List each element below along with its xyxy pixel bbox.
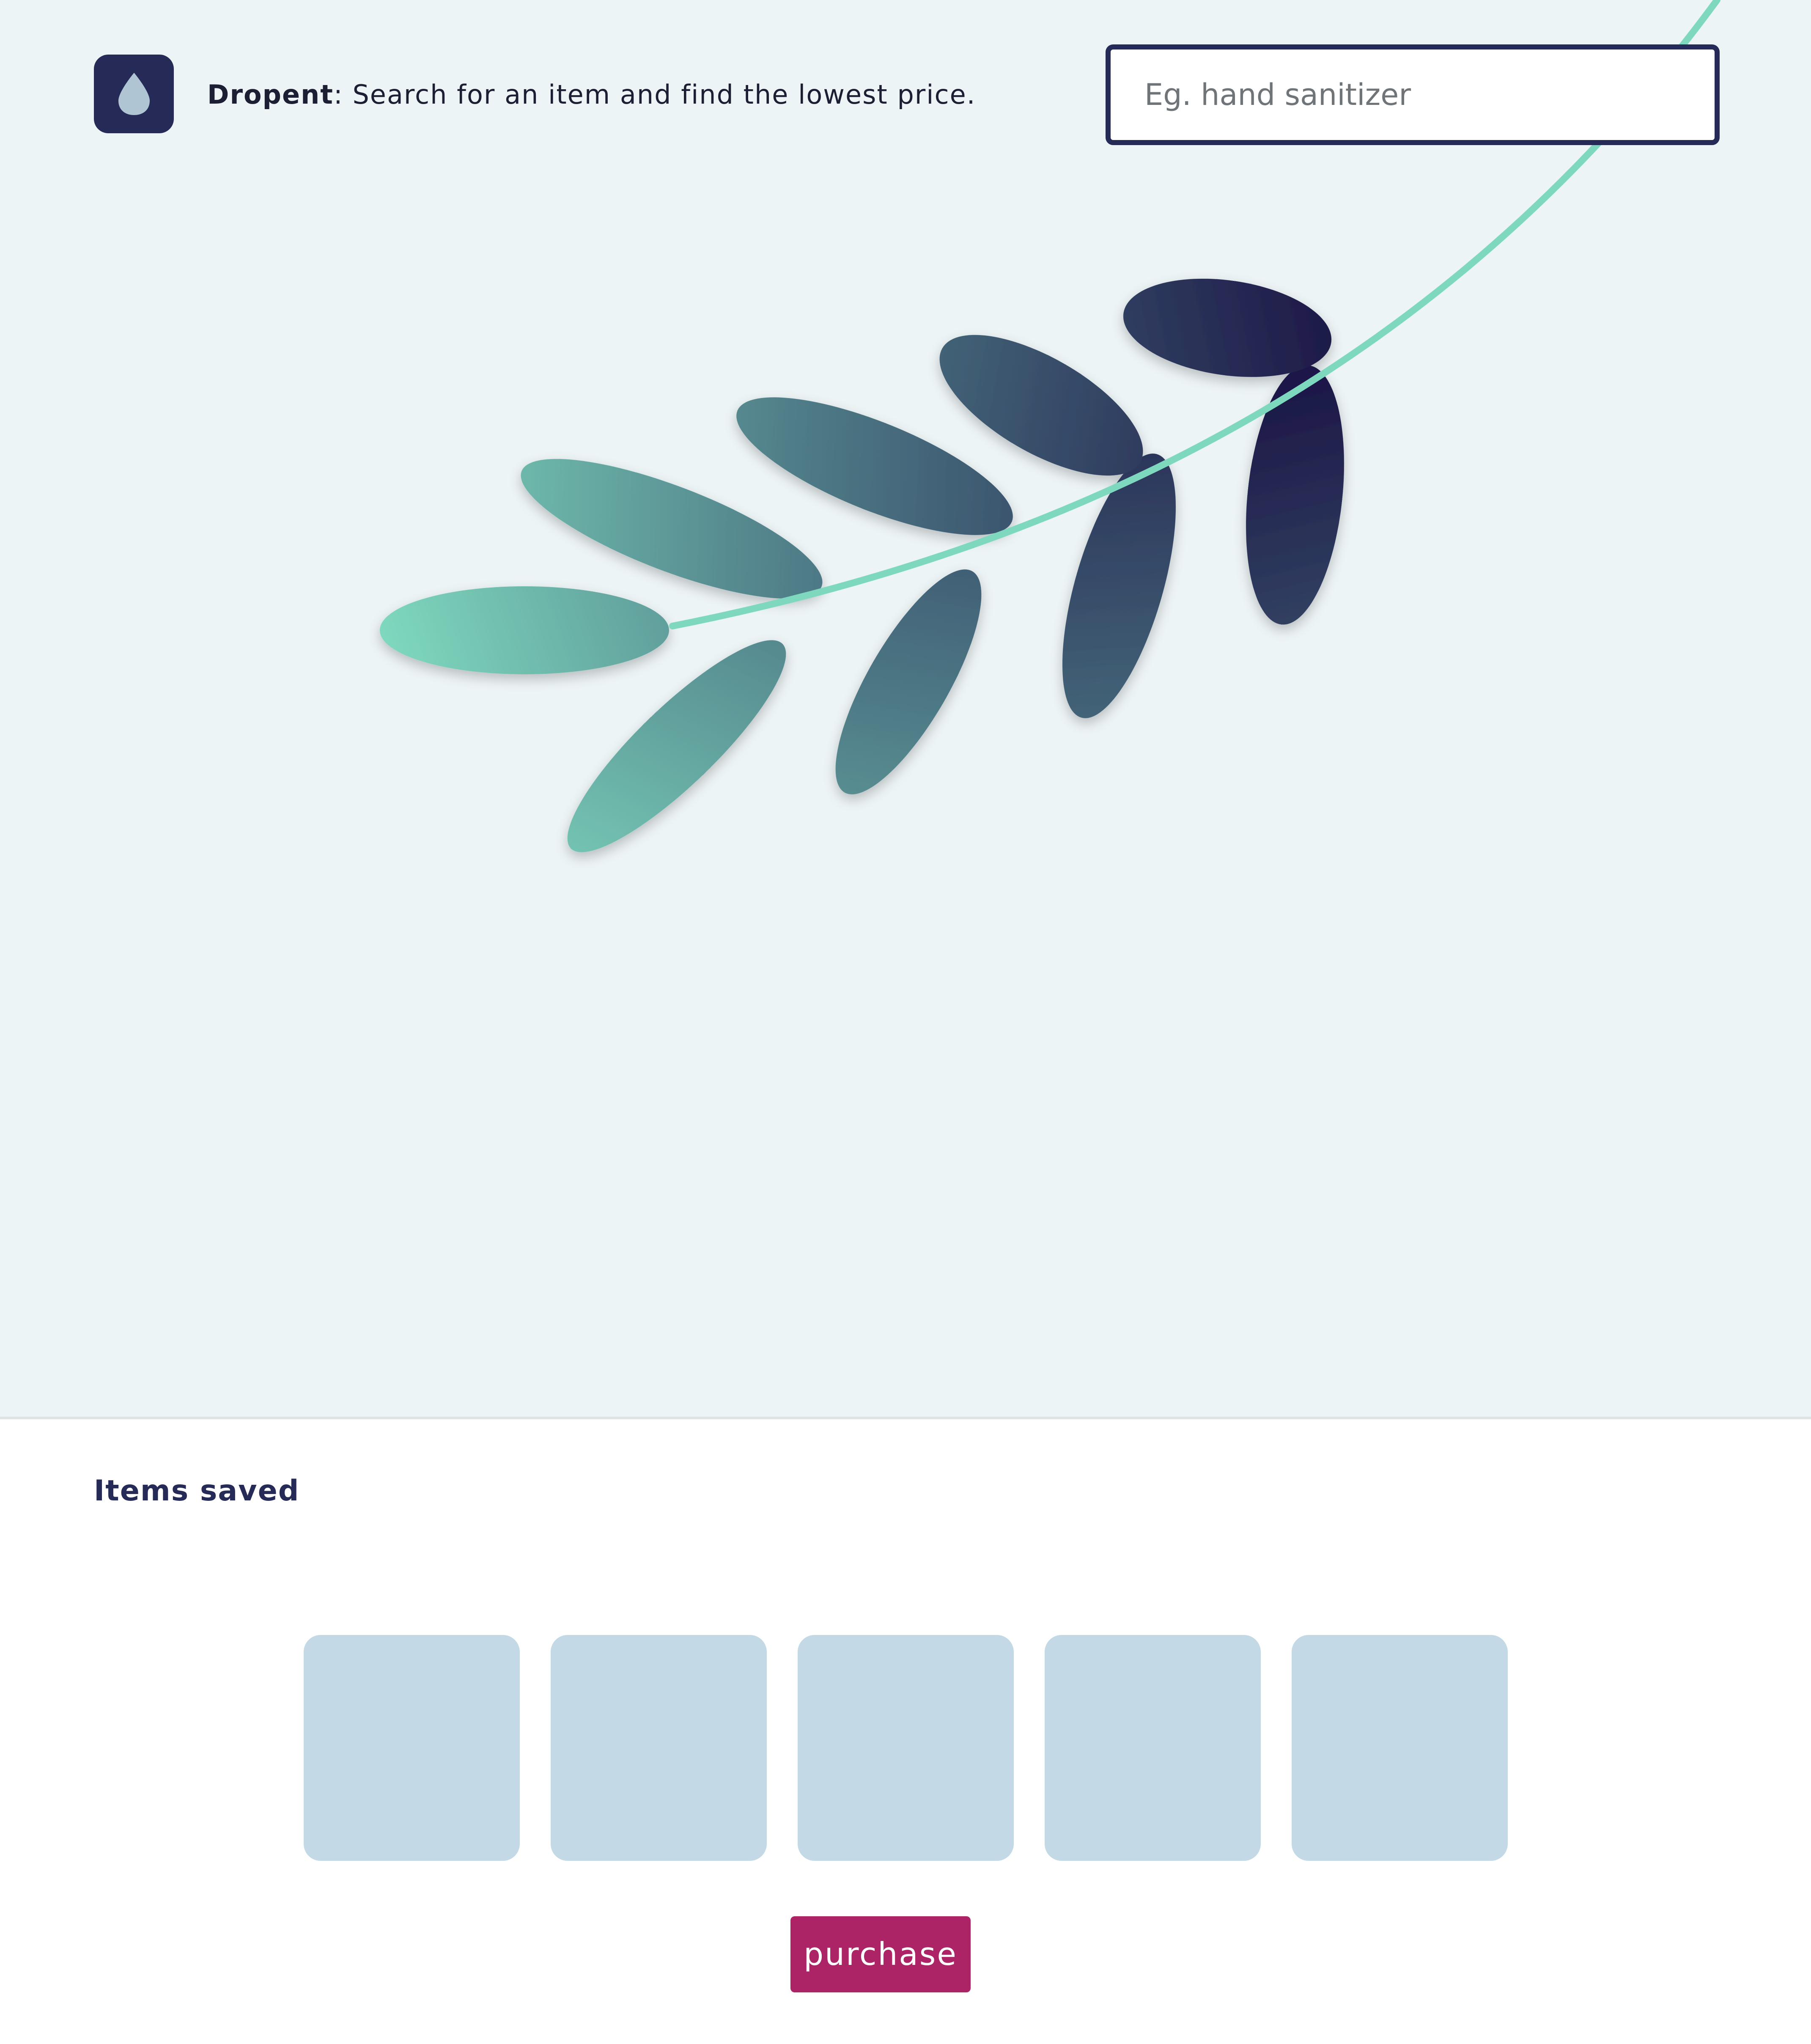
saved-item-slot[interactable] — [1292, 1635, 1508, 1861]
hero-section: Dropent: Search for an item and find the… — [0, 0, 1811, 1419]
leaf — [1246, 365, 1344, 625]
brand-name: Dropent — [207, 79, 334, 110]
leaf-branch-illustration — [380, 0, 1720, 852]
purchase-button[interactable]: purchase — [790, 1916, 971, 1992]
saved-item-slot[interactable] — [1045, 1635, 1261, 1861]
saved-item-slot[interactable] — [551, 1635, 767, 1861]
saved-item-slot[interactable] — [798, 1635, 1014, 1861]
items-saved-section: Items saved purchase — [0, 1422, 1811, 2044]
leaf — [380, 586, 669, 674]
items-saved-title: Items saved — [94, 1474, 300, 1508]
app-logo[interactable] — [94, 55, 174, 133]
tagline: Dropent: Search for an item and find the… — [207, 79, 976, 111]
tagline-text: : Search for an item and find the lowest… — [333, 79, 976, 110]
saved-item-slot[interactable] — [304, 1635, 520, 1861]
water-drop-icon — [118, 73, 150, 115]
saved-item-slots — [304, 1635, 1508, 1861]
search-input[interactable] — [1106, 44, 1720, 145]
